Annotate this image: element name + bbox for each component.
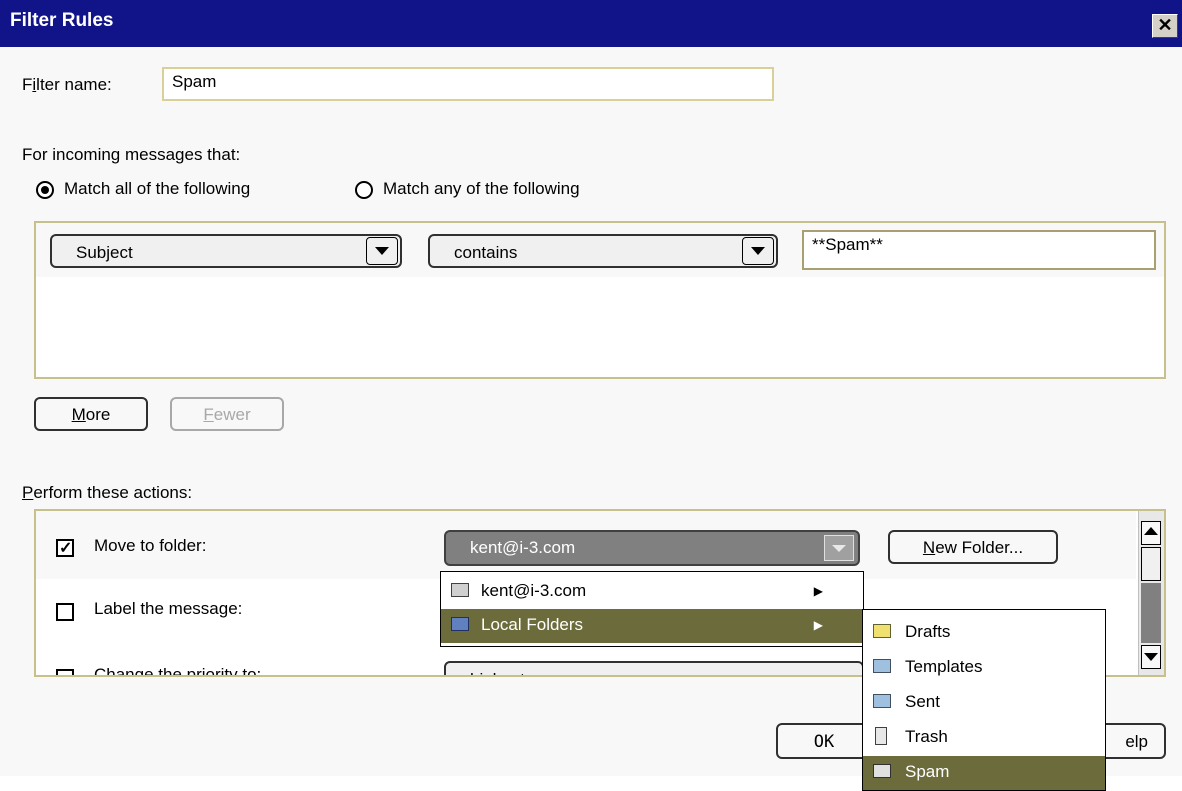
match-all-radio[interactable] xyxy=(36,181,54,199)
submenu-item-spam[interactable]: Spam xyxy=(863,756,1105,790)
priority-label: Change the priority to: xyxy=(94,665,262,677)
folder-icon xyxy=(873,764,891,778)
criteria-field-select[interactable]: Subject xyxy=(50,234,402,268)
folder-select[interactable]: kent@i-3.com xyxy=(444,530,860,566)
submenu-arrow-icon: ▶ xyxy=(813,584,823,598)
submenu-item-trash[interactable]: Trash xyxy=(863,721,1105,755)
chevron-down-icon xyxy=(1144,653,1158,661)
folder-menu: kent@i-3.com ▶ Local Folders ▶ xyxy=(440,571,864,647)
fewer-button[interactable]: Fewer xyxy=(170,397,284,431)
scroll-track[interactable] xyxy=(1141,583,1161,643)
window-title: Filter Rules xyxy=(10,10,114,31)
submenu-item-templates[interactable]: Templates xyxy=(863,651,1105,685)
actions-scrollbar[interactable] xyxy=(1138,511,1164,675)
label-message-label: Label the message: xyxy=(94,599,243,618)
submenu-item-drafts[interactable]: Drafts xyxy=(863,616,1105,650)
local-folders-icon xyxy=(451,617,469,631)
dialog-body: Filter name: Spam For incoming messages … xyxy=(0,47,1182,791)
scroll-thumb[interactable] xyxy=(1141,547,1161,581)
close-button[interactable]: ✕ xyxy=(1152,14,1178,38)
scroll-down-arrow[interactable] xyxy=(1141,645,1161,669)
local-folders-submenu: Drafts Templates Sent Trash Spam xyxy=(862,609,1106,791)
priority-checkbox[interactable] xyxy=(56,669,74,675)
menu-item-account[interactable]: kent@i-3.com ▶ xyxy=(441,575,863,609)
ok-button[interactable]: OK xyxy=(776,723,872,759)
criteria-value-input[interactable]: **Spam** xyxy=(802,230,1156,270)
chevron-down-icon[interactable] xyxy=(824,535,854,561)
priority-select[interactable]: highest xyxy=(444,661,864,675)
incoming-label: For incoming messages that: xyxy=(22,145,241,164)
chevron-down-icon[interactable] xyxy=(366,237,398,265)
label-checkbox[interactable] xyxy=(56,603,74,621)
mail-account-icon xyxy=(451,583,469,597)
sent-icon xyxy=(873,694,891,708)
submenu-arrow-icon: ▶ xyxy=(813,618,823,632)
actions-label: Perform these actions: xyxy=(22,483,193,502)
match-any-radio[interactable] xyxy=(355,181,373,199)
filter-name-label: Filter name: xyxy=(22,75,112,94)
criteria-panel: Subject contains **Spam** xyxy=(34,221,1166,379)
match-all-label: Match all of the following xyxy=(64,179,251,198)
filter-name-input[interactable]: Spam xyxy=(162,67,774,101)
move-checkbox[interactable] xyxy=(56,538,74,558)
close-icon: ✕ xyxy=(1157,15,1173,35)
chevron-down-icon[interactable] xyxy=(742,237,774,265)
scroll-up-arrow[interactable] xyxy=(1141,521,1161,545)
templates-icon xyxy=(873,659,891,673)
criteria-operator-select[interactable]: contains xyxy=(428,234,778,268)
title-bar: Filter Rules ✕ xyxy=(0,0,1182,47)
menu-item-local-folders[interactable]: Local Folders ▶ xyxy=(441,609,863,643)
criteria-row: Subject contains **Spam** xyxy=(36,223,1164,277)
match-any-label: Match any of the following xyxy=(383,179,580,198)
submenu-item-sent[interactable]: Sent xyxy=(863,686,1105,720)
trash-icon xyxy=(875,727,887,745)
drafts-icon xyxy=(873,624,891,638)
move-label: Move to folder: xyxy=(94,536,207,555)
chevron-up-icon xyxy=(1144,527,1158,535)
more-button[interactable]: More xyxy=(34,397,148,431)
new-folder-button[interactable]: New Folder... xyxy=(888,530,1058,564)
